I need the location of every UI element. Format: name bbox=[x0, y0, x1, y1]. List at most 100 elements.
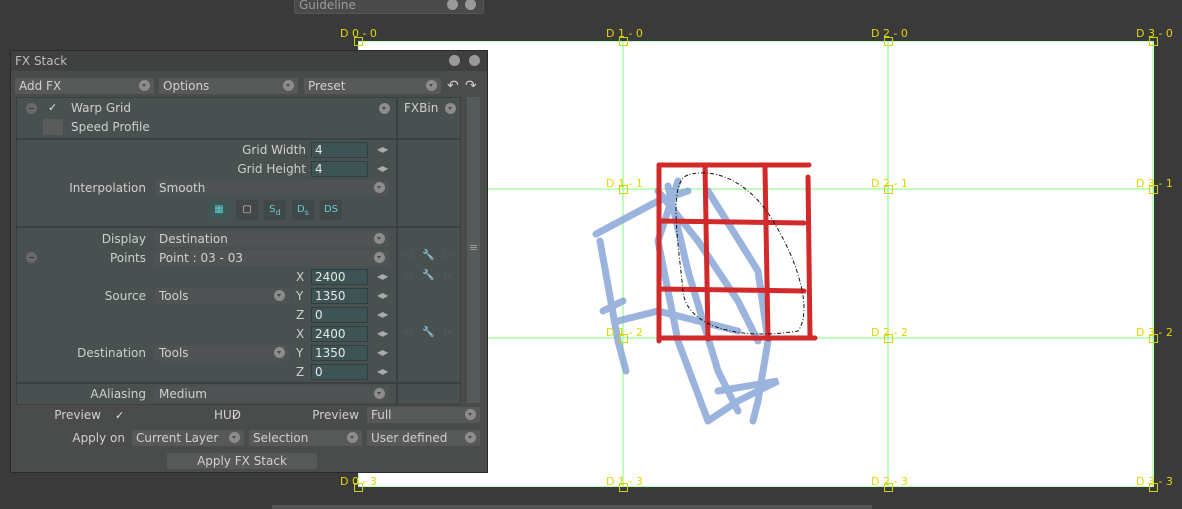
grid-label: D 2 - 1 bbox=[871, 177, 908, 190]
fxbin-menu-icon[interactable] bbox=[445, 103, 456, 114]
keyframe-column: ◁ 🔧 ▷ ◁ 🔧 ▷ ◁ 🔧 ▷ bbox=[397, 227, 461, 383]
panel-title-bar[interactable]: FX Stack bbox=[11, 51, 487, 71]
options-dropdown[interactable]: Options bbox=[159, 78, 298, 94]
source-z-input[interactable]: 0 bbox=[311, 307, 368, 323]
points-label: Points bbox=[109, 251, 146, 265]
destination-x-input[interactable]: 2400 bbox=[311, 326, 368, 342]
frame-icon[interactable]: ▢ bbox=[236, 200, 258, 220]
points-section: Display Destination Points Point : 03 - … bbox=[16, 227, 397, 383]
grid-label: D 1 - 1 bbox=[606, 177, 643, 190]
source-x-label: X bbox=[296, 270, 305, 284]
grid-height-input[interactable]: 4 bbox=[311, 161, 368, 177]
scroll-grip-icon[interactable] bbox=[470, 245, 477, 246]
grid-width-input[interactable]: 4 bbox=[311, 142, 368, 158]
points-collapse-icon[interactable] bbox=[26, 252, 37, 263]
grid-label: D 3 - 3 bbox=[1136, 475, 1173, 488]
source-y-stepper[interactable]: ◀▶ bbox=[377, 291, 388, 300]
next-key-icon[interactable]: ▷ bbox=[444, 327, 452, 338]
grid-width-stepper[interactable]: ◀▶ bbox=[377, 145, 388, 154]
add-fx-label: Add FX bbox=[19, 79, 62, 93]
grid-label: D 3 - 0 bbox=[1136, 27, 1173, 40]
grid-height-stepper[interactable]: ◀▶ bbox=[377, 164, 388, 173]
apply-fx-stack-button[interactable]: Apply FX Stack bbox=[167, 453, 317, 469]
sd-icon[interactable]: Sd bbox=[264, 200, 286, 220]
dest-x-label: X bbox=[296, 327, 305, 341]
hud-check[interactable]: ✓ bbox=[231, 409, 240, 422]
source-x-input[interactable]: 2400 bbox=[311, 269, 368, 285]
chevron-down-icon bbox=[374, 388, 385, 399]
next-key-icon[interactable]: ▷ bbox=[444, 250, 452, 261]
next-key-icon[interactable]: ▷ bbox=[444, 270, 452, 281]
apply-layer-dropdown[interactable]: Current Layer bbox=[132, 430, 244, 446]
sd-sub: d bbox=[275, 207, 281, 217]
source-x-stepper[interactable]: ◀▶ bbox=[377, 272, 388, 281]
speed-profile-label: Speed Profile bbox=[71, 120, 150, 134]
interpolation-value: Smooth bbox=[159, 181, 206, 195]
guideline-pin-icon[interactable] bbox=[447, 0, 458, 10]
source-y-input[interactable]: 1350 bbox=[311, 288, 368, 304]
panel-scrollbar[interactable] bbox=[467, 97, 480, 403]
guideline-tab[interactable]: Guideline bbox=[294, 0, 484, 14]
user-defined-dropdown[interactable]: User defined bbox=[367, 430, 480, 446]
user-defined-value: User defined bbox=[371, 431, 448, 445]
grid-height-label: Grid Height bbox=[237, 162, 306, 176]
fxbin-area-2 bbox=[397, 139, 461, 227]
redo-icon[interactable]: ↷ bbox=[465, 78, 477, 94]
preview-mode-value: Full bbox=[371, 408, 392, 422]
aaliasing-dropdown[interactable]: Medium bbox=[155, 386, 389, 402]
effect-menu-icon[interactable] bbox=[379, 103, 390, 114]
undo-icon[interactable]: ↶ bbox=[447, 78, 459, 94]
fx-stack-panel: FX Stack Add FX Options Preset ↶ ↷ ✓ War… bbox=[10, 50, 488, 473]
wrench-icon[interactable]: 🔧 bbox=[422, 250, 434, 261]
prev-key-icon[interactable]: ◁ bbox=[404, 250, 412, 261]
panel-close-icon[interactable] bbox=[469, 55, 480, 66]
guideline-title: Guideline bbox=[299, 0, 356, 12]
add-fx-dropdown[interactable]: Add FX bbox=[15, 78, 154, 94]
prev-key-icon[interactable]: ◁ bbox=[404, 327, 412, 338]
ds-icon[interactable]: Ds bbox=[292, 200, 314, 220]
grid-label: D 1 - 0 bbox=[606, 27, 643, 40]
remove-effect-icon[interactable] bbox=[26, 103, 37, 114]
wrench-icon[interactable]: 🔧 bbox=[422, 270, 434, 281]
prev-key-icon[interactable]: ◁ bbox=[404, 270, 412, 281]
source-z-stepper[interactable]: ◀▶ bbox=[377, 310, 388, 319]
display-value: Destination bbox=[159, 232, 228, 246]
fxbin-area-3 bbox=[397, 383, 461, 405]
preset-label: Preset bbox=[308, 79, 346, 93]
chevron-down-icon bbox=[274, 290, 285, 301]
display-dropdown[interactable]: Destination bbox=[155, 231, 389, 247]
points-dropdown[interactable]: Point : 03 - 03 bbox=[155, 250, 389, 266]
aaliasing-section: AAliasing Medium bbox=[16, 383, 397, 405]
guideline-close-icon[interactable] bbox=[465, 0, 476, 10]
fxbin-label[interactable]: FXBin bbox=[404, 101, 438, 115]
preview-check[interactable]: ✓ bbox=[115, 409, 124, 422]
destination-mode-dropdown[interactable]: Tools bbox=[155, 345, 289, 361]
horizontal-scrollbar[interactable] bbox=[272, 505, 872, 509]
destination-z-input[interactable]: 0 bbox=[311, 364, 368, 380]
destination-y-stepper[interactable]: ◀▶ bbox=[377, 348, 388, 357]
interpolation-dropdown[interactable]: Smooth bbox=[155, 180, 389, 196]
selection-dropdown[interactable]: Selection bbox=[249, 430, 362, 446]
chevron-down-icon bbox=[426, 80, 437, 91]
destination-x-stepper[interactable]: ◀▶ bbox=[377, 329, 388, 338]
grid-label: D 2 - 3 bbox=[871, 475, 908, 488]
effect-name: Warp Grid bbox=[71, 101, 131, 115]
panel-collapse-icon[interactable] bbox=[449, 55, 460, 66]
speed-profile-toggle[interactable] bbox=[43, 119, 63, 135]
destination-y-input[interactable]: 1350 bbox=[311, 345, 368, 361]
preset-dropdown[interactable]: Preset bbox=[304, 78, 441, 94]
preview-mode-dropdown[interactable]: Full bbox=[367, 407, 480, 423]
chevron-down-icon bbox=[274, 347, 285, 358]
wrench-icon[interactable]: 🔧 bbox=[422, 327, 434, 338]
ds-swap-icon[interactable]: DS bbox=[320, 200, 342, 220]
effect-enabled-check[interactable]: ✓ bbox=[48, 101, 57, 114]
grid-label: D 1 - 2 bbox=[606, 326, 643, 339]
source-label: Source bbox=[104, 289, 146, 303]
chevron-down-icon bbox=[374, 182, 385, 193]
chevron-down-icon bbox=[139, 80, 150, 91]
source-mode-dropdown[interactable]: Tools bbox=[155, 288, 289, 304]
aaliasing-label: AAliasing bbox=[90, 387, 146, 401]
selection-value: Selection bbox=[253, 431, 309, 445]
grid-icon[interactable]: ▦ bbox=[208, 200, 230, 220]
destination-z-stepper[interactable]: ◀▶ bbox=[377, 367, 388, 376]
